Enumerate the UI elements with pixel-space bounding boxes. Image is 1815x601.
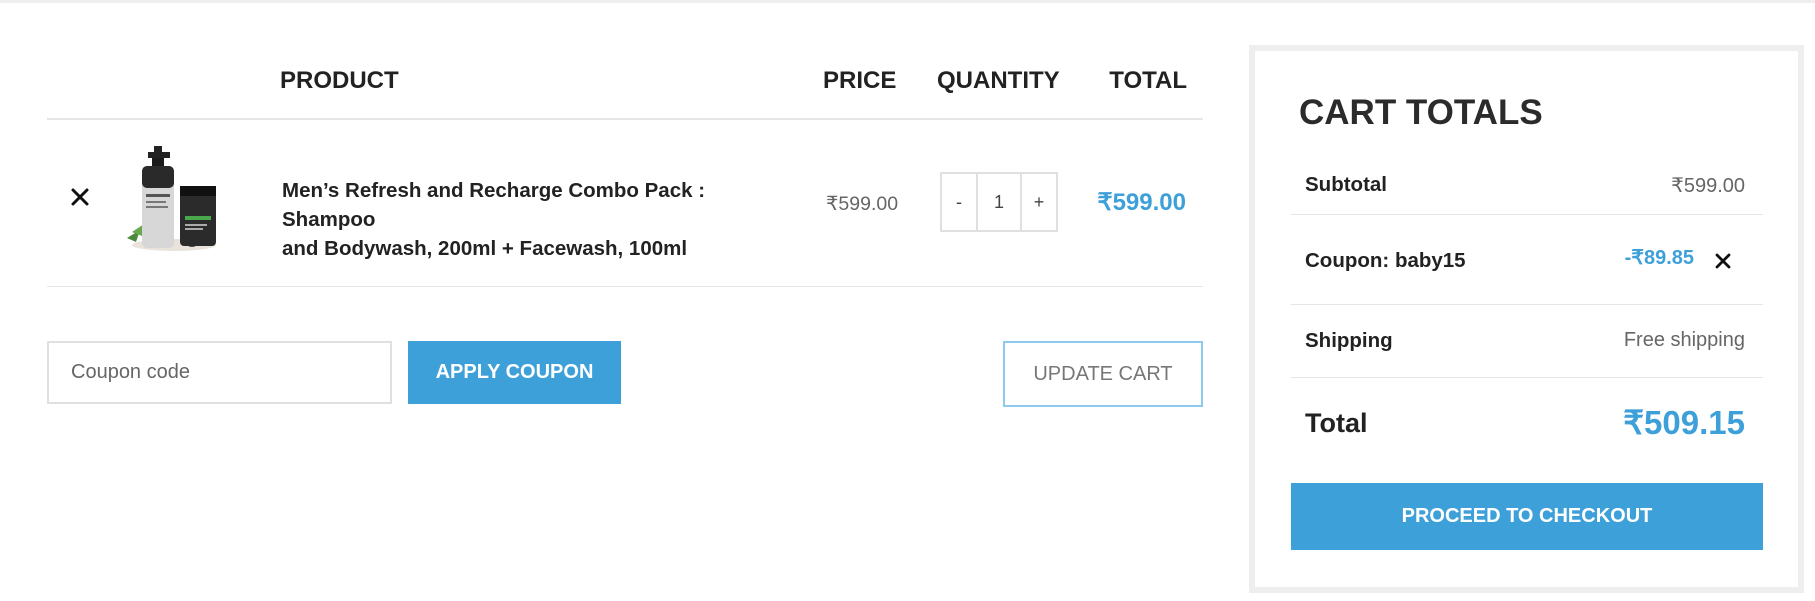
cart-table-header: PRODUCT PRICE QUANTITY TOTAL (47, 45, 1203, 120)
order-total-value: ₹509.15 (1623, 404, 1745, 441)
top-border (0, 0, 1815, 3)
quantity-stepper: - 1 + (940, 172, 1058, 232)
coupon-row: Coupon: baby15 -₹89.85 (1291, 215, 1763, 305)
product-name-link[interactable]: Men’s Refresh and Recharge Combo Pack : … (282, 176, 792, 263)
header-total: TOTAL (1109, 67, 1187, 94)
shipping-label: Shipping (1305, 329, 1393, 352)
header-price: PRICE (823, 67, 897, 94)
shipping-value: Free shipping (1623, 329, 1745, 351)
cart-actions: APPLY COUPON UPDATE CART (47, 287, 1203, 457)
order-total-label: Total (1305, 408, 1368, 438)
quantity-increase-button[interactable]: + (1022, 174, 1056, 230)
remove-item-icon[interactable] (67, 184, 93, 210)
coupon-discount-value: -₹89.85 (1624, 247, 1694, 269)
shipping-row: Shipping Free shipping (1291, 305, 1763, 378)
header-quantity: QUANTITY (937, 67, 1060, 94)
quantity-decrease-button[interactable]: - (942, 174, 976, 230)
cart-totals-panel: CART TOTALS Subtotal ₹599.00 Coupon: bab… (1249, 45, 1804, 593)
product-name-line2: and Bodywash, 200ml + Facewash, 100ml (282, 237, 688, 260)
update-cart-button[interactable]: UPDATE CART (1003, 341, 1203, 407)
product-thumbnail[interactable] (122, 146, 227, 255)
cart-table: PRODUCT PRICE QUANTITY TOTAL Men’s Refre… (47, 45, 1203, 457)
cart-totals-title: CART TOTALS (1299, 93, 1543, 132)
quantity-input[interactable]: 1 (976, 174, 1022, 230)
product-price: ₹599.00 (826, 193, 899, 215)
line-total: ₹599.00 (1097, 189, 1186, 216)
proceed-to-checkout-button[interactable]: PROCEED TO CHECKOUT (1291, 483, 1763, 550)
order-total-row: Total ₹509.15 (1291, 378, 1763, 470)
coupon-code-input[interactable] (47, 341, 392, 404)
header-product: PRODUCT (280, 67, 399, 94)
subtotal-row: Subtotal ₹599.00 (1291, 156, 1763, 215)
remove-coupon-icon[interactable] (1712, 250, 1734, 272)
product-name-line1: Men’s Refresh and Recharge Combo Pack : … (282, 179, 706, 231)
subtotal-label: Subtotal (1305, 173, 1387, 196)
subtotal-value: ₹599.00 (1671, 175, 1745, 197)
coupon-label: Coupon: baby15 (1305, 249, 1466, 272)
cart-item-row: Men’s Refresh and Recharge Combo Pack : … (47, 120, 1203, 287)
apply-coupon-button[interactable]: APPLY COUPON (408, 341, 621, 404)
